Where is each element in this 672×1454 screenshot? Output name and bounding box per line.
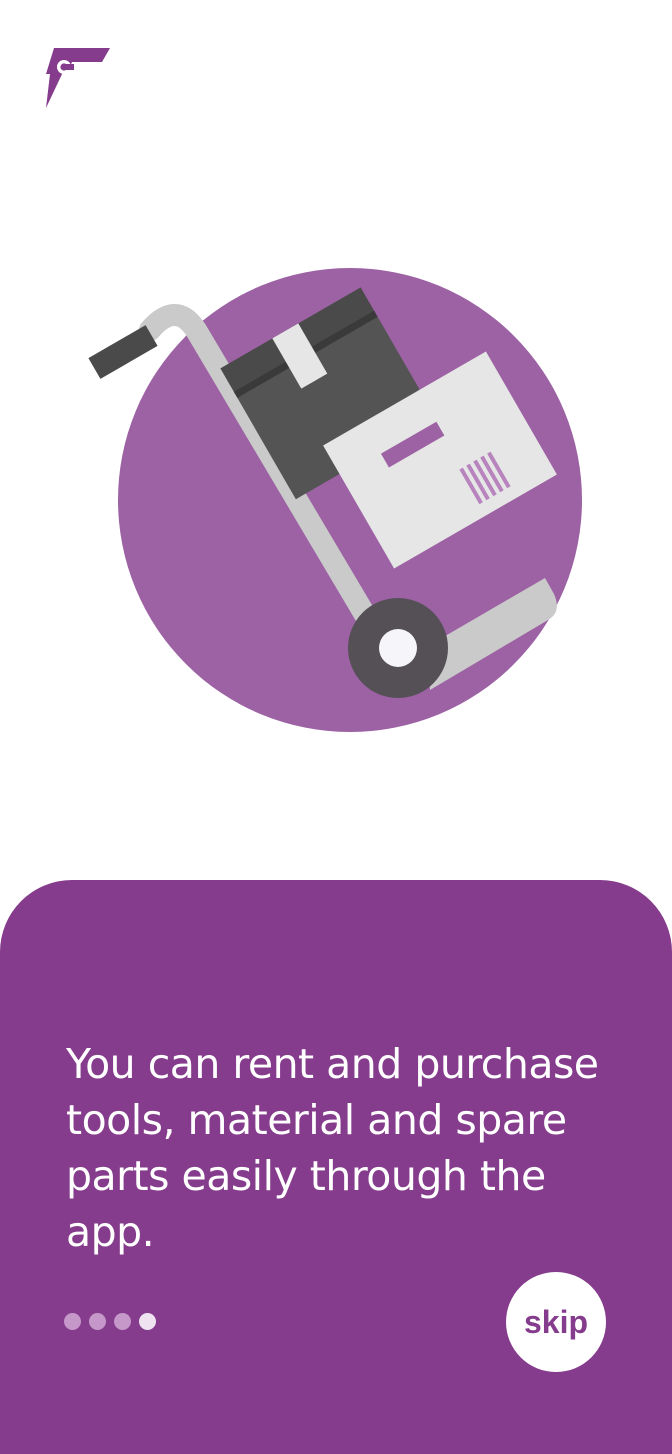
page-dot-3 (114, 1313, 131, 1330)
page-dot-1 (64, 1313, 81, 1330)
skip-button[interactable]: skip (506, 1272, 606, 1372)
onboarding-screen: You can rent and purchase tools, materia… (0, 0, 672, 1454)
onboarding-message: You can rent and purchase tools, materia… (66, 1040, 599, 1256)
page-dot-2 (89, 1313, 106, 1330)
app-logo-icon (46, 48, 110, 108)
hand-truck-illustration (88, 268, 582, 732)
page-indicator (64, 1313, 156, 1330)
page-dot-4-active (139, 1313, 156, 1330)
